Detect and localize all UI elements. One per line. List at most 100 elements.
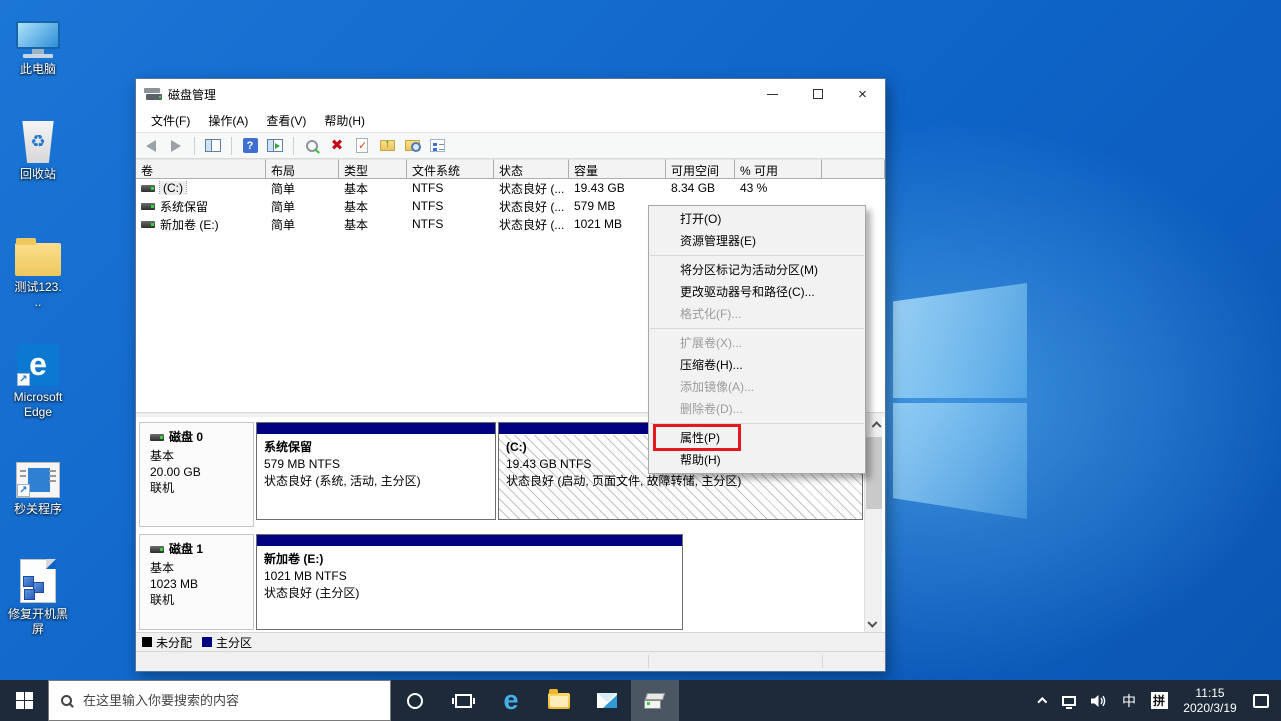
desktop-icon-quick-close[interactable]: ↗ 秒关程序 <box>1 448 75 517</box>
rescan-disks-icon[interactable] <box>303 137 321 154</box>
taskbar-file-explorer-button[interactable] <box>535 680 583 721</box>
volume-list-header: 卷 布局 类型 文件系统 状态 容量 可用空间 % 可用 <box>136 159 885 179</box>
legend-primary-partition: 主分区 <box>202 634 252 651</box>
disk-status: 联机 <box>150 480 245 496</box>
desktop-icon-microsoft-edge[interactable]: e↗ Microsoft Edge <box>1 336 75 420</box>
task-view-button[interactable] <box>439 680 487 721</box>
maximize-button[interactable] <box>795 79 840 109</box>
delete-icon[interactable]: ✖ <box>328 137 346 154</box>
close-button[interactable]: × <box>840 79 885 109</box>
volume-row-c[interactable]: (C:) 简单 基本 NTFS 状态良好 (... 19.43 GB 8.34 … <box>136 179 885 197</box>
menu-item-mark-active-partition[interactable]: 将分区标记为活动分区(M) <box>649 259 865 281</box>
minimize-button[interactable] <box>750 79 795 109</box>
desktop-icon-label: Microsoft <box>1 390 75 405</box>
primary-partition-band <box>257 423 495 435</box>
partition-new-volume-e[interactable]: 新加卷 (E:) 1021 MB NTFS 状态良好 (主分区) <box>256 534 683 630</box>
menu-item-change-drive-letter[interactable]: 更改驱动器号和路径(C)... <box>649 281 865 303</box>
taskbar-search[interactable] <box>48 680 391 721</box>
file-explorer-icon <box>548 693 570 709</box>
menu-item-help[interactable]: 帮助(H) <box>649 449 865 471</box>
partition-system-reserved[interactable]: 系统保留 579 MB NTFS 状态良好 (系统, 活动, 主分区) <box>256 422 496 520</box>
volume-status: 状态良好 (... <box>494 216 569 233</box>
vertical-scrollbar[interactable] <box>864 417 882 632</box>
desktop-icon-this-pc[interactable]: 此电脑 <box>1 8 75 77</box>
taskbar-mail-button[interactable] <box>583 680 631 721</box>
taskbar: e 中 拼 11:15 2020/3/19 <box>0 680 1281 721</box>
mail-icon <box>597 693 617 708</box>
this-pc-icon <box>1 8 75 58</box>
disk-0-info[interactable]: 磁盘 0 基本 20.00 GB 联机 <box>139 422 254 527</box>
taskbar-disk-management-button[interactable] <box>631 680 679 721</box>
column-header-percent-free[interactable]: % 可用 <box>735 159 822 179</box>
taskbar-clock[interactable]: 11:15 2020/3/19 <box>1177 680 1243 721</box>
volume-layout: 简单 <box>266 216 339 233</box>
cortana-button[interactable] <box>391 680 439 721</box>
volume-free-space: 8.34 GB <box>666 181 735 195</box>
partition-size: 1021 MB NTFS <box>264 568 675 585</box>
desktop-icon-label: 修复开机黑 <box>1 607 75 622</box>
menu-file[interactable]: 文件(F) <box>142 109 199 132</box>
scrollbar-thumb[interactable] <box>866 437 882 509</box>
partition-status: 状态良好 (系统, 活动, 主分区) <box>264 473 488 490</box>
tray-overflow-button[interactable] <box>1027 680 1051 721</box>
options-list-icon[interactable] <box>428 137 446 154</box>
action-center-icon <box>1253 694 1269 708</box>
start-button[interactable] <box>0 680 48 721</box>
disk-icon <box>150 434 164 441</box>
check-volume-icon[interactable] <box>353 137 371 154</box>
menu-item-properties-label: 属性(P) <box>680 431 720 445</box>
menu-item-explorer[interactable]: 资源管理器(E) <box>649 230 865 252</box>
column-header-capacity[interactable]: 容量 <box>569 159 666 179</box>
desktop-icon-test-folder[interactable]: 测试123. .. <box>1 226 75 310</box>
minimize-icon <box>767 94 778 95</box>
column-header-status[interactable]: 状态 <box>494 159 569 179</box>
title-bar[interactable]: 磁盘管理 × <box>136 79 885 109</box>
scroll-down-button[interactable] <box>865 615 883 632</box>
menu-item-properties[interactable]: 属性(P) <box>649 427 865 449</box>
back-icon[interactable] <box>142 137 160 154</box>
forward-icon[interactable] <box>167 137 185 154</box>
column-header-type[interactable]: 类型 <box>339 159 407 179</box>
network-tray-button[interactable] <box>1057 680 1081 721</box>
column-header-layout[interactable]: 布局 <box>266 159 339 179</box>
legend-bar: 未分配 主分区 <box>136 632 885 651</box>
volume-filesystem: NTFS <box>407 199 494 213</box>
disk-icon <box>150 546 164 553</box>
search-input[interactable] <box>81 692 361 709</box>
move-up-folder-icon[interactable] <box>378 137 396 154</box>
volume-tray-button[interactable] <box>1087 680 1111 721</box>
pinyin-mode-badge: 拼 <box>1151 692 1168 709</box>
column-header-filesystem[interactable]: 文件系统 <box>407 159 494 179</box>
show-console-tree-icon[interactable] <box>204 137 222 154</box>
explore-folder-icon[interactable] <box>403 137 421 154</box>
taskbar-edge-button[interactable]: e <box>487 680 535 721</box>
column-header-volume[interactable]: 卷 <box>136 159 266 179</box>
volume-capacity: 19.43 GB <box>569 181 666 195</box>
window-title: 磁盘管理 <box>168 86 216 103</box>
show-action-pane-icon[interactable] <box>266 137 284 154</box>
menu-help[interactable]: 帮助(H) <box>315 109 374 132</box>
menu-item-shrink-volume[interactable]: 压缩卷(H)... <box>649 354 865 376</box>
menu-bar: 文件(F) 操作(A) 查看(V) 帮助(H) <box>136 109 885 132</box>
help-icon[interactable]: ? <box>241 137 259 154</box>
menu-item-open[interactable]: 打开(O) <box>649 208 865 230</box>
status-bar-separator <box>648 655 649 668</box>
disk-management-icon <box>643 692 667 710</box>
action-center-button[interactable] <box>1249 680 1273 721</box>
column-header-blank <box>822 159 885 179</box>
maximize-icon <box>813 89 823 99</box>
partition-title: 系统保留 <box>264 439 488 456</box>
desktop-icon-fix-black-screen[interactable]: 修复开机黑 屏 <box>1 553 75 637</box>
scroll-up-button[interactable] <box>865 417 883 434</box>
column-header-free-space[interactable]: 可用空间 <box>666 159 735 179</box>
folder-icon <box>1 226 75 276</box>
ime-mode-indicator[interactable]: 拼 <box>1147 680 1171 721</box>
network-icon <box>1062 696 1076 706</box>
disk-1-info[interactable]: 磁盘 1 基本 1023 MB 联机 <box>139 534 254 630</box>
menu-action[interactable]: 操作(A) <box>199 109 257 132</box>
menu-view[interactable]: 查看(V) <box>257 109 315 132</box>
registry-file-icon <box>1 553 75 603</box>
volume-filesystem: NTFS <box>407 217 494 231</box>
desktop-icon-recycle-bin[interactable]: ♻ 回收站 <box>1 113 75 182</box>
ime-language-indicator[interactable]: 中 <box>1117 680 1141 721</box>
